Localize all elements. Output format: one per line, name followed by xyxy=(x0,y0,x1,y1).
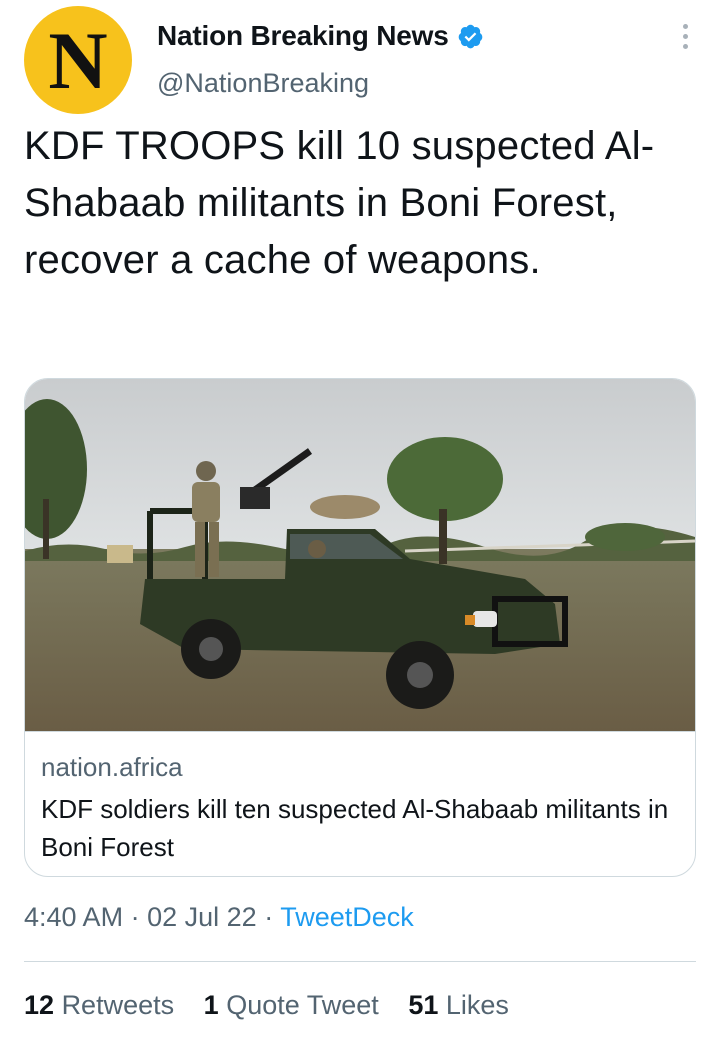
link-card[interactable]: nation.africa KDF soldiers kill ten susp… xyxy=(24,378,696,877)
quotes-count: 1 xyxy=(203,990,219,1020)
meta-separator: · xyxy=(264,902,274,932)
account-handle[interactable]: @NationBreaking xyxy=(157,68,369,99)
retweets-stat[interactable]: 12 Retweets xyxy=(24,990,174,1020)
meta-separator: · xyxy=(130,902,140,932)
tweet-time[interactable]: 4:40 AM xyxy=(24,902,123,932)
card-domain: nation.africa xyxy=(41,752,183,782)
engagement-stats: 12 Retweets 1 Quote Tweet 51 Likes xyxy=(24,990,531,1021)
likes-stat[interactable]: 51 Likes xyxy=(408,990,509,1020)
tweet-source-link[interactable]: TweetDeck xyxy=(280,902,414,932)
card-title: KDF soldiers kill ten suspected Al-Shaba… xyxy=(41,794,669,862)
likes-label: Likes xyxy=(445,990,509,1020)
tweet-header: N Nation Breaking News @NationBreaking xyxy=(24,6,700,114)
avatar-letter: N xyxy=(48,15,108,106)
retweets-count: 12 xyxy=(24,990,55,1020)
tweet-meta: 4:40 AM · 02 Jul 22 · TweetDeck xyxy=(24,902,414,933)
account-name[interactable]: Nation Breaking News xyxy=(157,20,449,52)
tweet-text: KDF TROOPS kill 10 suspected Al-Shabaab … xyxy=(24,124,655,282)
quotes-label: Quote Tweet xyxy=(226,990,379,1020)
card-body[interactable]: nation.africa KDF soldiers kill ten susp… xyxy=(25,731,695,862)
tweet-date[interactable]: 02 Jul 22 xyxy=(147,902,257,932)
card-image[interactable] xyxy=(25,379,695,731)
quote-tweets-stat[interactable]: 1 Quote Tweet xyxy=(204,990,379,1020)
name-row: Nation Breaking News xyxy=(157,20,484,52)
card-image-art xyxy=(25,379,695,731)
more-options-icon[interactable] xyxy=(680,24,690,52)
likes-count: 51 xyxy=(408,990,439,1020)
verified-badge-icon xyxy=(458,24,482,48)
retweets-label: Retweets xyxy=(61,990,175,1020)
divider xyxy=(24,961,696,962)
avatar[interactable]: N xyxy=(24,6,132,114)
